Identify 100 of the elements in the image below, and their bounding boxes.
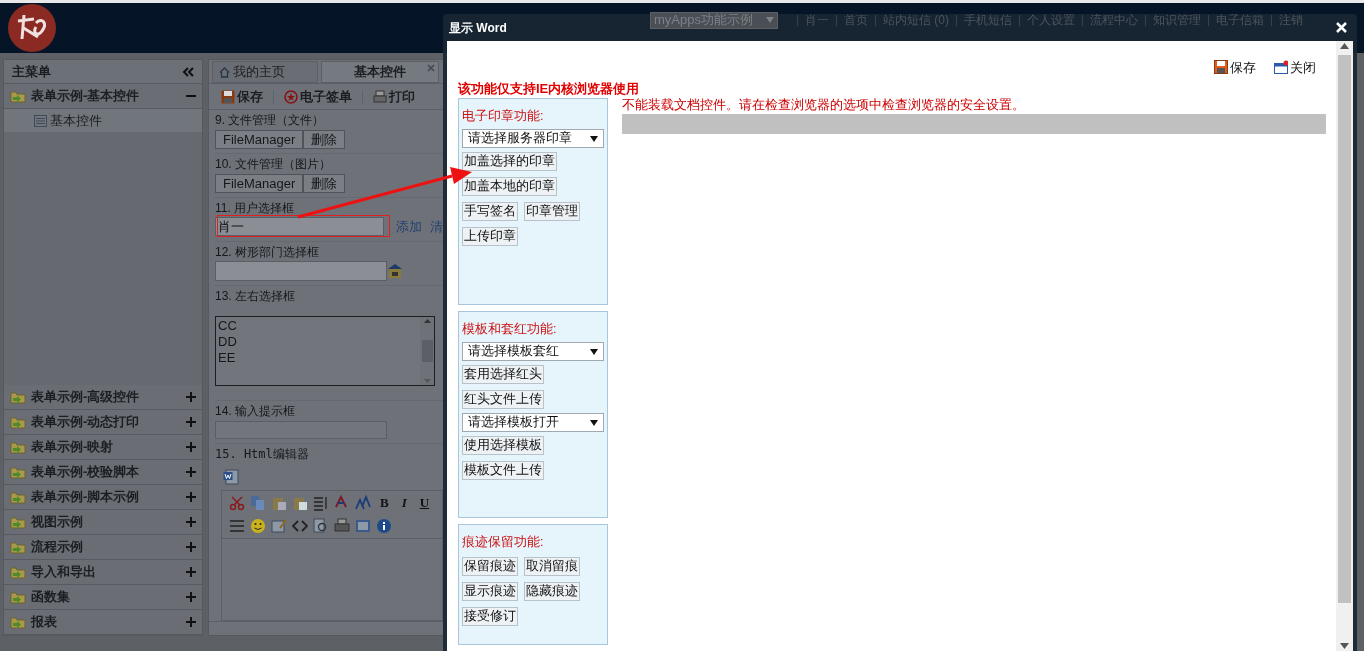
dropdown-arrow-icon — [590, 419, 598, 426]
menu-group[interactable]: 函数集 — [4, 585, 202, 610]
folder-icon — [10, 415, 26, 429]
user-field[interactable]: 肖一 — [215, 217, 384, 237]
toolbar-button[interactable]: 保存 — [221, 86, 263, 107]
format-button[interactable]: U — [415, 492, 434, 513]
home-icon — [219, 66, 230, 78]
select-field[interactable]: 请选择模板套红 — [462, 342, 604, 361]
panel-button[interactable]: 手写签名 — [462, 202, 518, 221]
list-option[interactable]: CC — [218, 317, 420, 334]
print-icon — [334, 518, 350, 534]
folder-icon — [10, 565, 26, 579]
building-icon — [387, 262, 403, 279]
dialog-close-button[interactable]: 关闭 — [1274, 57, 1316, 77]
dialog-save-button[interactable]: 保存 — [1214, 57, 1256, 77]
panel-button[interactable]: 接受修订 — [462, 607, 518, 626]
folder-icon — [10, 440, 26, 454]
panel-button[interactable]: 加盖选择的印章 — [462, 152, 557, 171]
panel-button[interactable]: 红头文件上传 — [462, 390, 544, 409]
line-spacing-icon — [313, 494, 329, 511]
source-code-icon — [292, 518, 308, 534]
file-button[interactable]: 删除 — [303, 174, 346, 193]
scroll-up-icon — [423, 318, 431, 323]
menu-item[interactable]: 基本控件 — [4, 109, 202, 132]
scroll-down-icon — [423, 378, 431, 383]
panel-button[interactable]: 保留痕迹 — [462, 557, 518, 576]
select-field[interactable]: 请选择模板打开 — [462, 413, 604, 432]
panel-label: 模板和套红功能: — [462, 322, 557, 336]
input-field[interactable] — [215, 420, 387, 439]
department-field[interactable] — [215, 260, 387, 281]
menu-group[interactable]: 流程示例 — [4, 535, 202, 560]
menu-group[interactable]: 表单示例-动态打印 — [4, 410, 202, 435]
plus-icon — [186, 442, 196, 452]
horizontal-rule-icon — [229, 518, 245, 534]
tab[interactable]: 基本控件 — [321, 61, 439, 83]
folder-icon — [10, 490, 26, 504]
format-button[interactable]: B — [376, 492, 393, 513]
tab[interactable]: 我的主页 — [212, 61, 318, 83]
save-icon — [221, 89, 235, 104]
close-icon — [427, 64, 435, 72]
list-box[interactable]: CC DD EE — [215, 315, 435, 386]
preview-icon — [313, 518, 329, 534]
panel-label: 痕迹保留功能: — [462, 535, 544, 549]
scroll-up-icon — [1340, 43, 1349, 49]
file-button[interactable]: FileManager — [215, 174, 304, 193]
fullscreen-icon — [355, 518, 371, 534]
panel-button[interactable]: 使用选择模板 — [462, 436, 544, 455]
list-option[interactable]: EE — [218, 349, 420, 366]
sign-icon — [284, 89, 298, 104]
field-label: 10. 文件管理（图片） — [215, 157, 331, 171]
format-button[interactable]: I — [397, 492, 411, 513]
info-icon — [376, 518, 392, 534]
link[interactable]: 清 — [430, 217, 443, 237]
plus-icon — [186, 392, 196, 402]
plus-icon — [186, 567, 196, 577]
folder-icon — [10, 515, 26, 529]
browser-notice: 该功能仅支持IE内核浏览器使用 — [458, 81, 640, 97]
scrollbar[interactable] — [420, 316, 434, 385]
dropdown-arrow-icon — [766, 17, 774, 23]
panel-button[interactable]: 上传印章 — [462, 227, 518, 246]
menu-group[interactable]: 表单示例-校验脚本 — [4, 460, 202, 485]
file-button[interactable]: FileManager — [215, 130, 304, 149]
menu-group[interactable]: 视图示例 — [4, 510, 202, 535]
panel-button[interactable]: 显示痕迹 — [462, 582, 518, 601]
link[interactable]: 添加 — [396, 217, 422, 237]
scrollbar[interactable] — [1336, 41, 1353, 651]
field-label: 12. 树形部门选择框 — [215, 244, 319, 259]
scrollbar-thumb[interactable] — [1338, 55, 1351, 603]
table-edit-icon — [271, 518, 287, 534]
logo-icon — [8, 4, 56, 52]
scrollbar-thumb[interactable] — [421, 339, 433, 362]
list-option[interactable]: DD — [218, 333, 420, 350]
menu-group[interactable]: 表单示例-映射 — [4, 435, 202, 460]
plus-icon — [186, 592, 196, 602]
field-label: 13. 左右选择框 — [215, 288, 295, 303]
menu-group[interactable]: 表单示例-高级控件 — [4, 385, 202, 410]
panel-button[interactable]: 取消留痕 — [524, 557, 580, 576]
close-icon — [1274, 60, 1288, 75]
html-editor[interactable]: B I U — [221, 489, 443, 621]
select-field[interactable]: 请选择服务器印章 — [462, 129, 604, 148]
menu-group[interactable]: 表单示例-基本控件 — [4, 84, 202, 109]
folder-icon — [10, 540, 26, 554]
panel-button[interactable]: 印章管理 — [524, 202, 580, 221]
field-label: 11. 用户选择框 — [215, 201, 295, 215]
close-icon — [1335, 22, 1347, 33]
panel-button[interactable]: 模板文件上传 — [462, 461, 544, 480]
panel-button[interactable]: 加盖本地的印章 — [462, 177, 557, 196]
field-label: 15. Html编辑器 — [215, 446, 309, 461]
sidebar-title: 主菜单 — [12, 62, 51, 81]
file-button[interactable]: 删除 — [303, 130, 346, 149]
toolbar-button[interactable]: 打印 — [373, 86, 415, 107]
plus-icon — [186, 492, 196, 502]
toolbar-button[interactable]: 电子签单 — [284, 86, 352, 107]
print-icon — [373, 89, 387, 104]
menu-group[interactable]: 表单示例-脚本示例 — [4, 485, 202, 510]
panel-button[interactable]: 套用选择红头 — [462, 365, 544, 384]
panel-button[interactable]: 隐藏痕迹 — [524, 582, 580, 601]
menu-group[interactable]: 导入和导出 — [4, 560, 202, 585]
menu-group[interactable]: 报表 — [4, 610, 202, 635]
scroll-down-icon — [1340, 643, 1349, 649]
